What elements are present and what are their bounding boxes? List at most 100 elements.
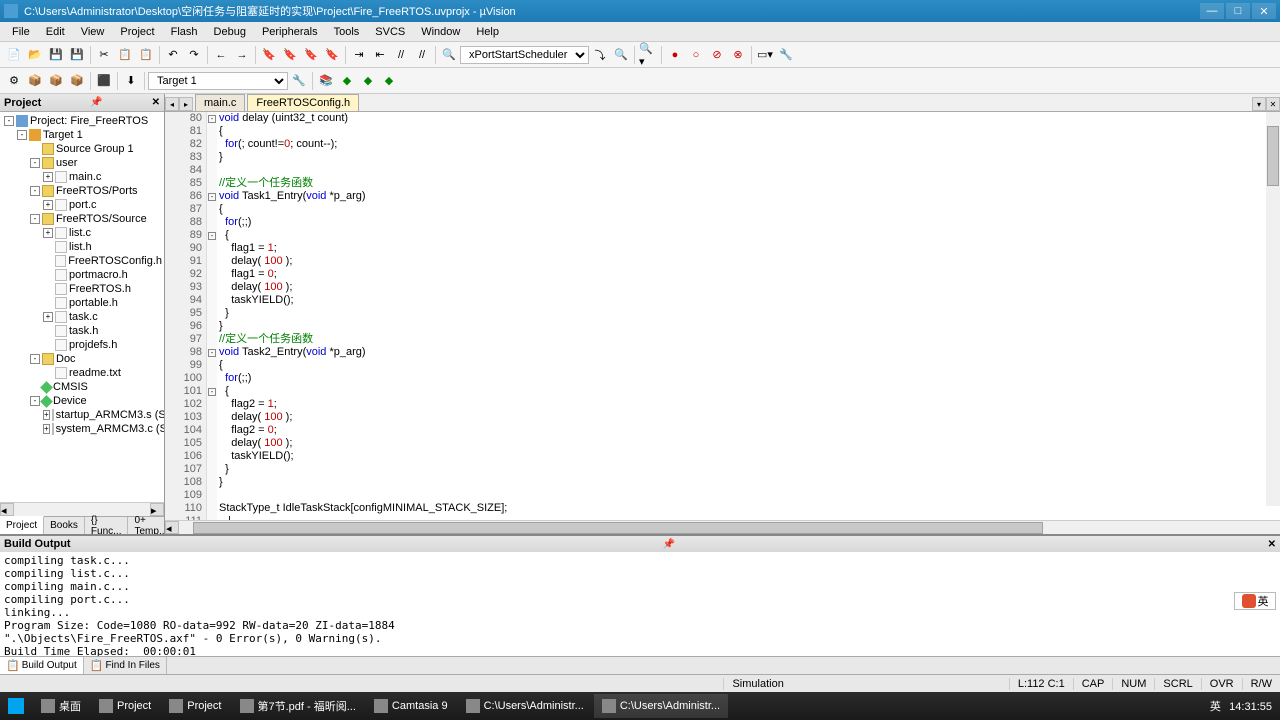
tree-node[interactable]: +list.c (2, 226, 162, 240)
taskbar-item[interactable]: 桌面 (33, 694, 89, 718)
menu-tools[interactable]: Tools (326, 24, 368, 40)
tab-list-icon[interactable]: ▾ (1252, 97, 1266, 111)
tree-node[interactable]: CMSIS (2, 380, 162, 394)
rebuild-icon[interactable]: 📦 (46, 71, 66, 91)
editor-tab[interactable]: FreeRTOSConfig.h (247, 94, 359, 111)
save-all-icon[interactable]: 💾 (67, 45, 87, 65)
tab-close-icon[interactable]: ✕ (1266, 97, 1280, 111)
expand-icon[interactable]: + (43, 312, 53, 322)
bookmark-clear-icon[interactable]: 🔖 (322, 45, 342, 65)
redo-icon[interactable]: ↷ (184, 45, 204, 65)
nav-back-icon[interactable]: ← (211, 45, 231, 65)
tree-node[interactable]: Source Group 1 (2, 142, 162, 156)
pack-installer-icon[interactable]: ◆ (379, 71, 399, 91)
menu-debug[interactable]: Debug (206, 24, 254, 40)
window-icon[interactable]: ▭▾ (755, 45, 775, 65)
expand-icon[interactable]: - (30, 396, 40, 406)
debug-icon[interactable]: 🔍▾ (638, 45, 658, 65)
tree-node[interactable]: FreeRTOS.h (2, 282, 162, 296)
tree-node[interactable]: +startup_ARMCM3.s (Startup) (2, 408, 162, 422)
tree-node[interactable]: list.h (2, 240, 162, 254)
tree-node[interactable]: -Device (2, 394, 162, 408)
tree-node[interactable]: portable.h (2, 296, 162, 310)
open-icon[interactable]: 📂 (25, 45, 45, 65)
minimize-button[interactable]: — (1200, 3, 1224, 19)
panel-tab[interactable]: Books (44, 517, 85, 534)
expand-icon[interactable]: - (30, 186, 40, 196)
expand-icon[interactable]: - (17, 130, 27, 140)
close-button[interactable]: ✕ (1252, 3, 1276, 19)
menu-file[interactable]: File (4, 24, 38, 40)
tree-node[interactable]: projdefs.h (2, 338, 162, 352)
tree-node[interactable]: task.h (2, 324, 162, 338)
project-tree[interactable]: -Project: Fire_FreeRTOS-Target 1Source G… (0, 112, 164, 502)
menu-help[interactable]: Help (468, 24, 507, 40)
expand-icon[interactable]: + (43, 410, 50, 420)
taskbar-item[interactable]: Project (161, 694, 229, 718)
tree-node[interactable]: -FreeRTOS/Source (2, 212, 162, 226)
editor-vscroll[interactable] (1266, 112, 1280, 506)
tree-node[interactable]: portmacro.h (2, 268, 162, 282)
breakpoint-icon[interactable]: ● (665, 45, 685, 65)
project-panel-close-icon[interactable]: ✕ (152, 97, 160, 108)
tree-node[interactable]: -Doc (2, 352, 162, 366)
breakpoint-kill-icon[interactable]: ⊘ (707, 45, 727, 65)
configure-icon[interactable]: 🔧 (776, 45, 796, 65)
menu-project[interactable]: Project (112, 24, 162, 40)
uncomment-icon[interactable]: // (412, 45, 432, 65)
copy-icon[interactable]: 📋 (115, 45, 135, 65)
tree-node[interactable]: readme.txt (2, 366, 162, 380)
tree-node[interactable]: +port.c (2, 198, 162, 212)
tree-node[interactable]: +system_ARMCM3.c (Startup) (2, 422, 162, 436)
system-tray[interactable]: 英 14:31:55 (1202, 698, 1280, 714)
build-output-text[interactable]: compiling task.c... compiling list.c... … (0, 552, 1280, 656)
select-pack-icon[interactable]: ◆ (358, 71, 378, 91)
expand-icon[interactable]: + (43, 200, 53, 210)
tree-node[interactable]: -Project: Fire_FreeRTOS (2, 114, 162, 128)
bookmark-next-icon[interactable]: 🔖 (301, 45, 321, 65)
menu-edit[interactable]: Edit (38, 24, 73, 40)
tree-node[interactable]: -user (2, 156, 162, 170)
function-combo[interactable]: xPortStartScheduler (460, 46, 589, 64)
expand-icon[interactable]: - (4, 116, 14, 126)
menu-svcs[interactable]: SVCS (367, 24, 413, 40)
editor-tab[interactable]: main.c (195, 94, 245, 111)
build-icon[interactable]: 📦 (25, 71, 45, 91)
comment-icon[interactable]: // (391, 45, 411, 65)
outdent-icon[interactable]: ⇤ (370, 45, 390, 65)
expand-icon[interactable]: + (43, 172, 53, 182)
expand-icon[interactable]: + (43, 424, 50, 434)
taskbar-item[interactable]: C:\Users\Administr... (594, 694, 728, 718)
tree-node[interactable]: +task.c (2, 310, 162, 324)
code-editor[interactable]: 8081828384858687888990919293949596979899… (165, 112, 1280, 520)
tree-node[interactable]: +main.c (2, 170, 162, 184)
panel-tab[interactable]: Project (0, 516, 44, 534)
ime-floater[interactable]: 英 (1234, 592, 1276, 610)
breakpoint-disable-icon[interactable]: ○ (686, 45, 706, 65)
translate-icon[interactable]: ⚙ (4, 71, 24, 91)
build-pin-icon[interactable]: 📌 (663, 539, 675, 550)
find-icon[interactable]: 🔍 (439, 45, 459, 65)
tree-node[interactable]: -Target 1 (2, 128, 162, 142)
build-tab[interactable]: 📋Build Output (0, 657, 84, 674)
find-in-files-icon[interactable]: 🔍 (611, 45, 631, 65)
menu-flash[interactable]: Flash (163, 24, 206, 40)
breakpoint-all-icon[interactable]: ⊗ (728, 45, 748, 65)
paste-icon[interactable]: 📋 (136, 45, 156, 65)
taskbar-item[interactable]: 第7节.pdf - 福昕阅... (232, 694, 364, 718)
menu-peripherals[interactable]: Peripherals (254, 24, 326, 40)
new-file-icon[interactable]: 📄 (4, 45, 24, 65)
project-panel-pin-icon[interactable]: 📌 (90, 97, 102, 108)
taskbar-item[interactable]: Camtasia 9 (366, 694, 456, 718)
expand-icon[interactable]: - (30, 354, 40, 364)
target-combo[interactable]: Target 1 (148, 72, 288, 90)
undo-icon[interactable]: ↶ (163, 45, 183, 65)
target-options-icon[interactable]: 🔧 (289, 71, 309, 91)
taskbar-item[interactable]: Project (91, 694, 159, 718)
build-tab[interactable]: 📋Find In Files (84, 657, 167, 674)
bookmark-icon[interactable]: 🔖 (259, 45, 279, 65)
download-icon[interactable]: ⬇ (121, 71, 141, 91)
maximize-button[interactable]: □ (1226, 3, 1250, 19)
expand-icon[interactable]: + (43, 228, 53, 238)
expand-icon[interactable]: - (30, 158, 40, 168)
